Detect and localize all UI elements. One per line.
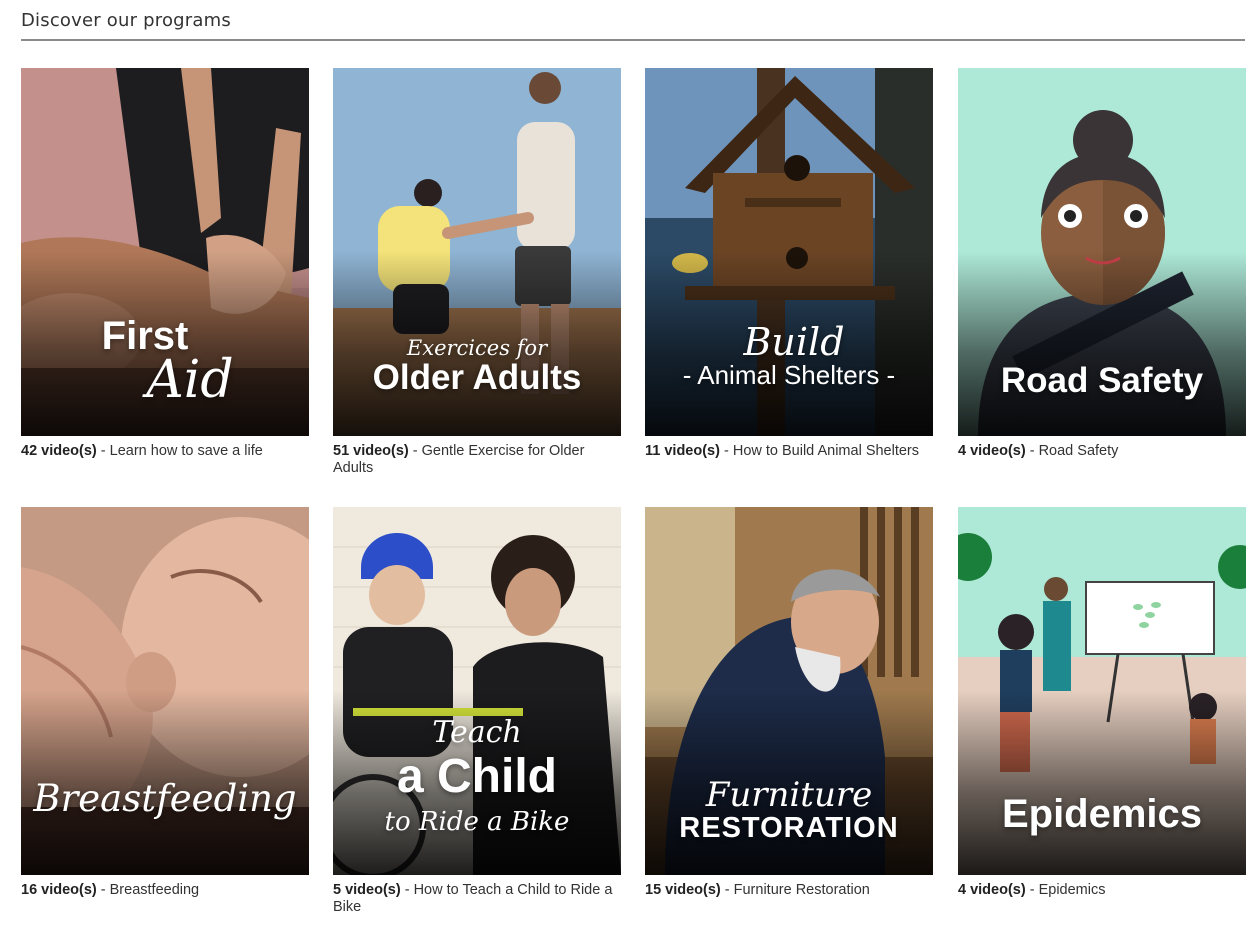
program-description[interactable]: Learn how to save a life: [110, 443, 263, 459]
video-count: 42 video(s): [21, 443, 97, 459]
program-overlay-line: Aid: [146, 350, 234, 410]
program-card-older-adults: Exercices for Older Adults 51 video(s) -…: [333, 68, 621, 477]
program-thumbnail-first-aid[interactable]: First Aid: [21, 68, 309, 436]
program-caption: 5 video(s) - How to Teach a Child to Rid…: [333, 882, 621, 916]
caption-separator: -: [400, 882, 414, 898]
program-description[interactable]: Furniture Restoration: [734, 882, 870, 898]
program-overlay-line: Epidemics: [1001, 792, 1203, 836]
program-thumbnail-road-safety[interactable]: Road Safety: [958, 68, 1246, 436]
program-overlay-line: Build: [743, 320, 845, 364]
section-divider: [21, 39, 1245, 41]
caption-separator: -: [1025, 443, 1039, 459]
program-description[interactable]: How to Build Animal Shelters: [733, 443, 919, 459]
program-thumbnail-animal-shelters[interactable]: Build - Animal Shelters -: [645, 68, 933, 436]
program-caption: 11 video(s) - How to Build Animal Shelte…: [645, 443, 933, 460]
caption-separator: -: [96, 882, 110, 898]
program-thumbnail-breastfeeding[interactable]: Breastfeeding: [21, 507, 309, 875]
program-overlay-line: Road Safety: [1000, 361, 1204, 400]
program-card-epidemics: Epidemics 4 video(s) - Epidemics: [958, 507, 1246, 899]
program-caption: 42 video(s) - Learn how to save a life: [21, 443, 309, 460]
video-count: 16 video(s): [21, 882, 97, 898]
video-count: 4 video(s): [958, 443, 1026, 459]
programs-page: Discover our programs First Aid 42 video…: [0, 0, 1257, 927]
program-overlay-line: Older Adults: [372, 358, 582, 397]
program-overlay-line: Breastfeeding: [33, 777, 297, 820]
program-thumbnail-older-adults[interactable]: Exercices for Older Adults: [333, 68, 621, 436]
program-card-ride-a-bike: Teach a Child to Ride a Bike 5 video(s) …: [333, 507, 621, 916]
program-overlay-line: a Child: [396, 750, 557, 803]
program-caption: 15 video(s) - Furniture Restoration: [645, 882, 933, 899]
program-card-first-aid: First Aid 42 video(s) - Learn how to sav…: [21, 68, 309, 460]
caption-separator: -: [1025, 882, 1039, 898]
program-overlay-line: to Ride a Bike: [384, 807, 570, 837]
program-caption: 16 video(s) - Breastfeeding: [21, 882, 309, 899]
program-description[interactable]: Epidemics: [1039, 882, 1106, 898]
program-description[interactable]: Road Safety: [1039, 443, 1119, 459]
caption-separator: -: [720, 882, 734, 898]
section-title: Discover our programs: [21, 10, 231, 31]
caption-separator: -: [408, 443, 422, 459]
video-count: 15 video(s): [645, 882, 721, 898]
program-overlay-line: - Animal Shelters -: [682, 360, 896, 390]
program-overlay-line: Exercices for: [406, 336, 548, 360]
caption-separator: -: [719, 443, 733, 459]
video-count: 4 video(s): [958, 882, 1026, 898]
program-overlay-line: Furniture: [705, 775, 873, 815]
program-caption: 4 video(s) - Epidemics: [958, 882, 1246, 899]
video-count: 5 video(s): [333, 882, 401, 898]
video-count: 11 video(s): [645, 443, 720, 459]
program-card-road-safety: Road Safety 4 video(s) - Road Safety: [958, 68, 1246, 460]
program-overlay-line: RESTORATION: [679, 812, 899, 844]
program-card-furniture-restoration: Furniture RESTORATION 15 video(s) - Furn…: [645, 507, 933, 899]
program-thumbnail-epidemics[interactable]: Epidemics: [958, 507, 1246, 875]
program-thumbnail-ride-a-bike[interactable]: Teach a Child to Ride a Bike: [333, 507, 621, 875]
video-count: 51 video(s): [333, 443, 409, 459]
program-thumbnail-furniture-restoration[interactable]: Furniture RESTORATION: [645, 507, 933, 875]
caption-separator: -: [96, 443, 110, 459]
program-description[interactable]: Breastfeeding: [110, 882, 199, 898]
program-caption: 4 video(s) - Road Safety: [958, 443, 1246, 460]
program-overlay-line: Teach: [432, 715, 522, 750]
program-card-animal-shelters: Build - Animal Shelters - 11 video(s) - …: [645, 68, 933, 460]
program-card-breastfeeding: Breastfeeding 16 video(s) - Breastfeedin…: [21, 507, 309, 899]
program-caption: 51 video(s) - Gentle Exercise for Older …: [333, 443, 621, 477]
